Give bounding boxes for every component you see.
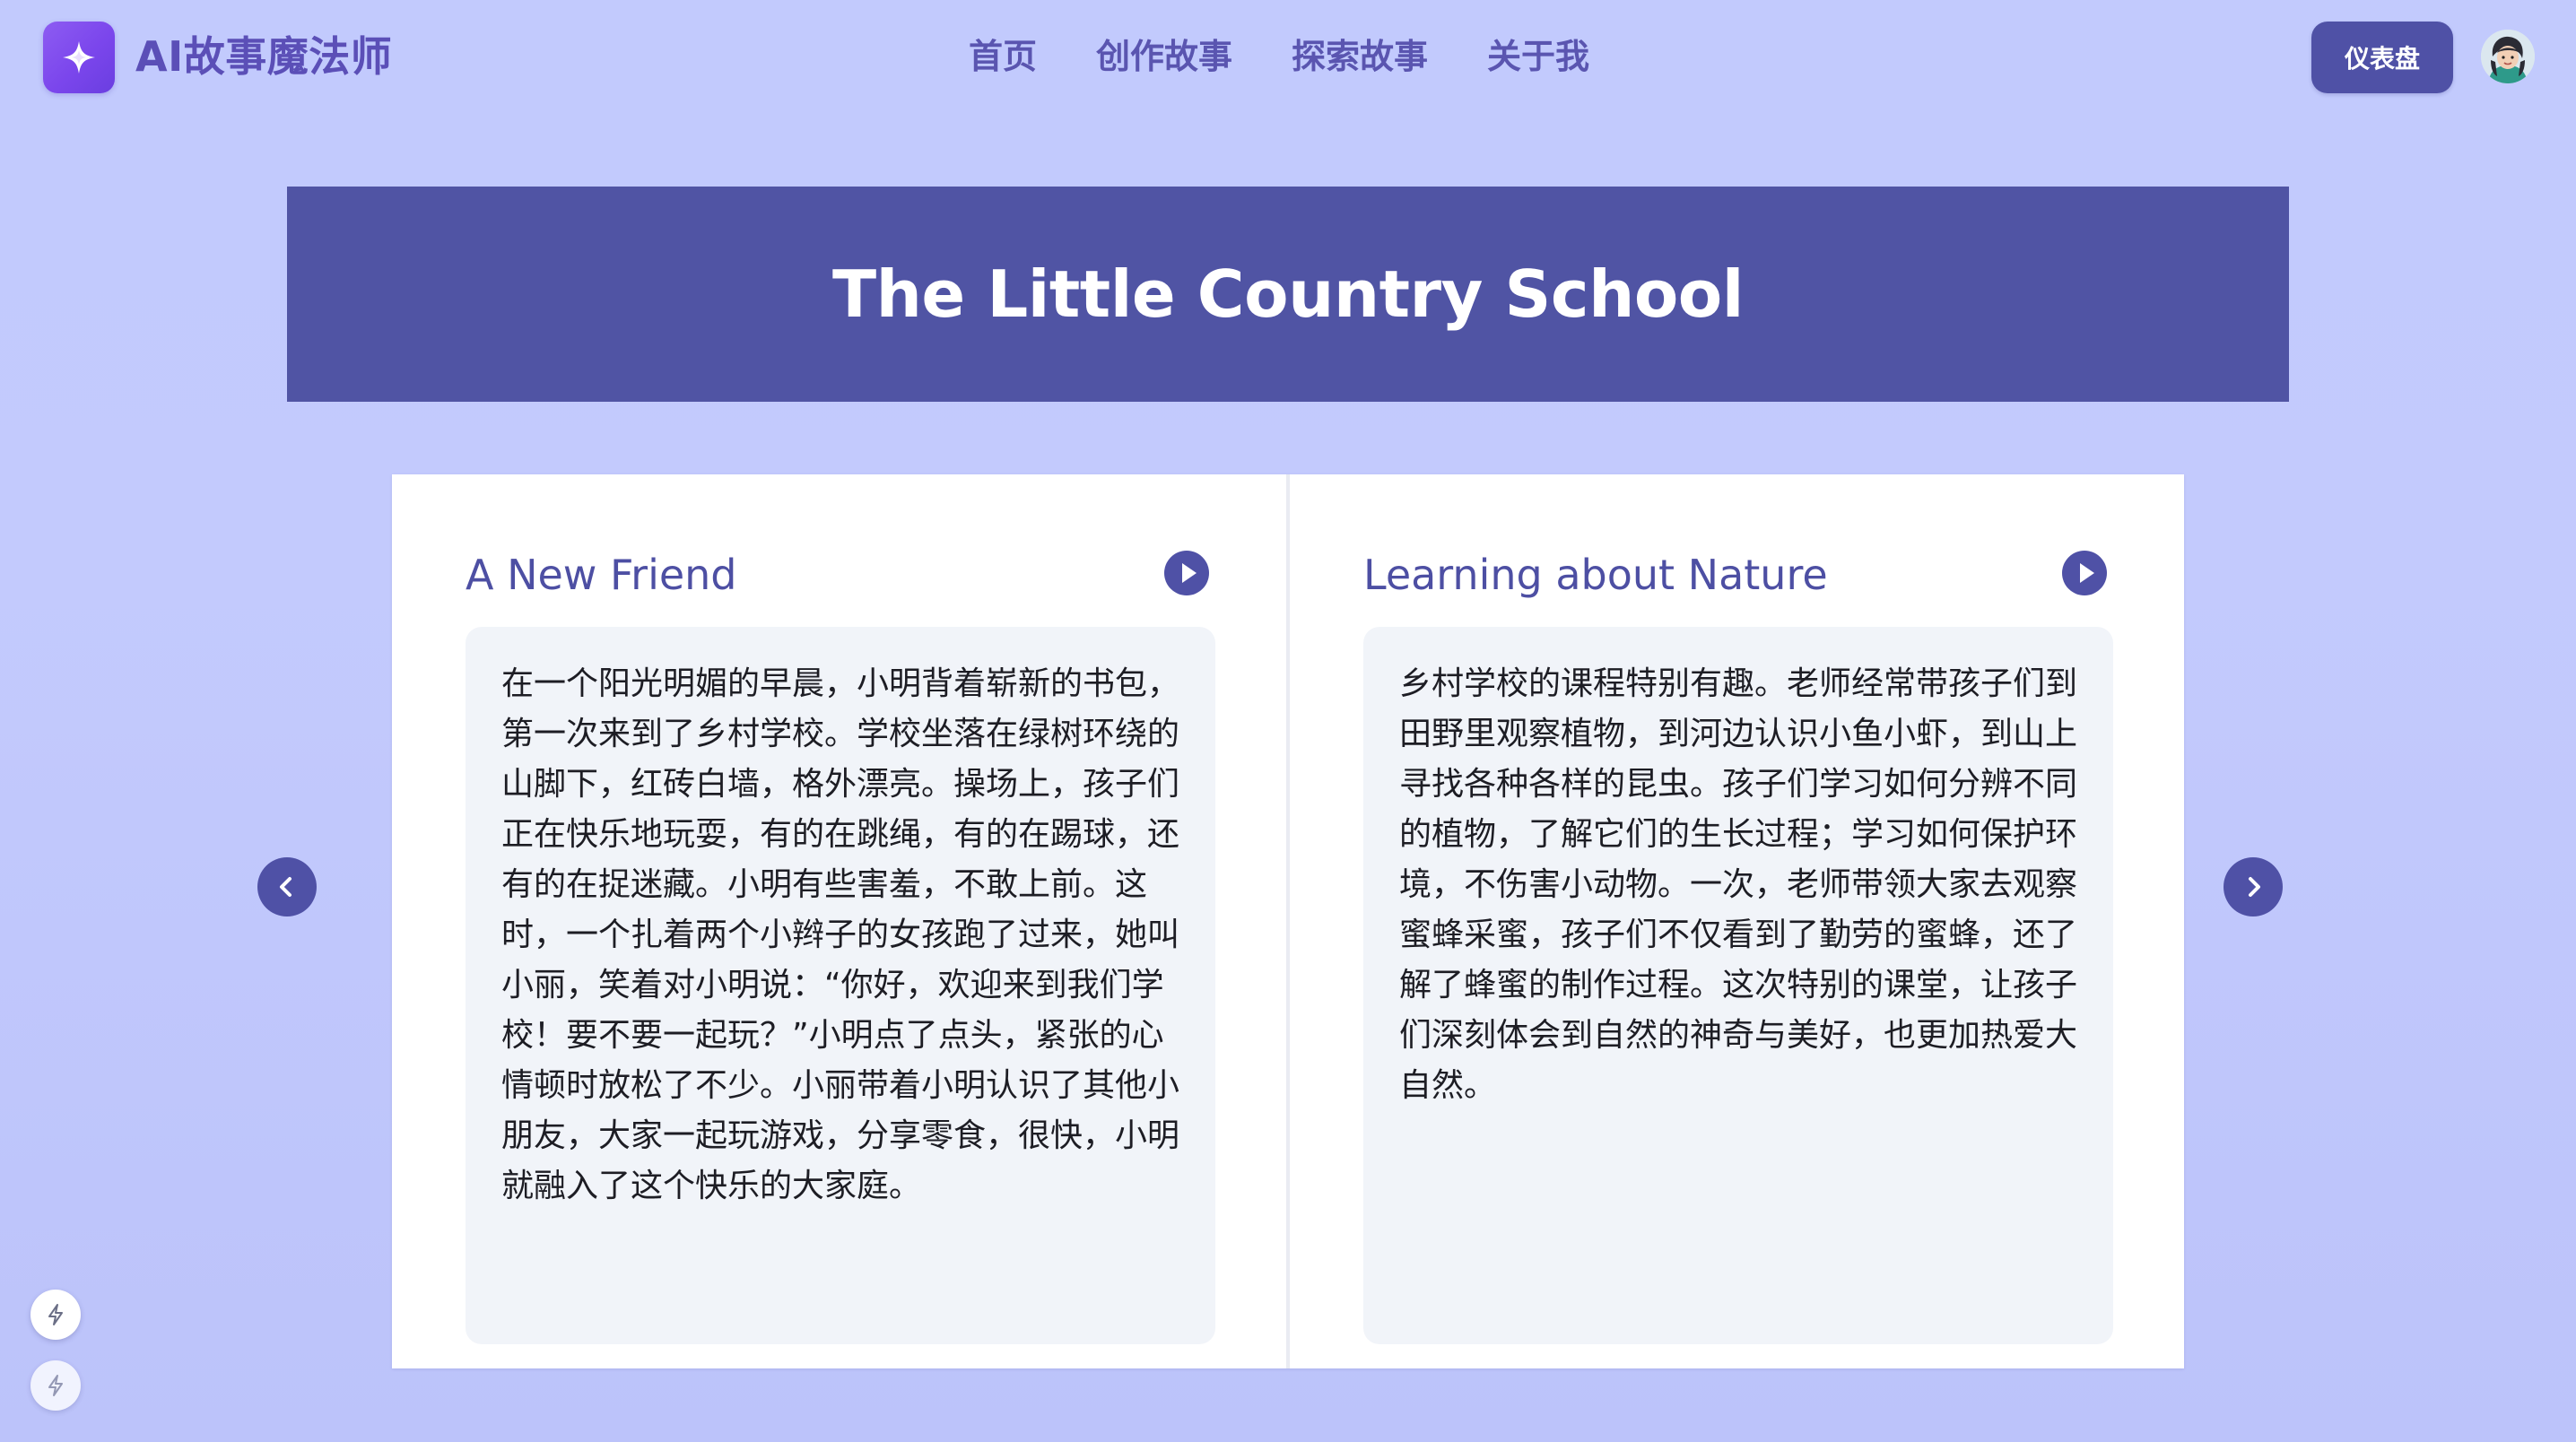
sparkle-icon xyxy=(63,41,95,74)
play-audio-button[interactable] xyxy=(2062,551,2107,595)
previous-page-button[interactable] xyxy=(257,857,317,916)
chevron-left-icon xyxy=(280,877,292,897)
chevron-right-icon xyxy=(2249,877,2260,897)
top-navbar: AI故事魔法师 首页 创作故事 探索故事 关于我 仪表盘 xyxy=(0,0,2576,113)
play-audio-button[interactable] xyxy=(1164,551,1209,595)
page-title: A New Friend xyxy=(466,551,737,599)
brand-name[interactable]: AI故事魔法师 xyxy=(135,27,392,86)
story-page-right: Learning about Nature 乡村学校的课程特别有趣。老师经常带孩… xyxy=(1290,474,2184,1368)
user-avatar[interactable] xyxy=(2481,30,2535,83)
page-text: 在一个阳光明媚的早晨，小明背着崭新的书包，第一次来到了乡村学校。学校坐落在绿树环… xyxy=(501,665,1180,1204)
lightning-icon xyxy=(48,1304,63,1325)
dashboard-button[interactable]: 仪表盘 xyxy=(2311,22,2453,93)
next-page-button[interactable] xyxy=(2224,857,2283,916)
nav-item-home[interactable]: 首页 xyxy=(969,27,1037,86)
avatar-icon xyxy=(2481,30,2535,83)
page-title: Learning about Nature xyxy=(1363,551,1828,599)
story-title: The Little Country School xyxy=(832,256,1744,332)
logo[interactable] xyxy=(43,22,115,93)
nav-item-explore-stories[interactable]: 探索故事 xyxy=(1292,27,1428,86)
lightning-icon xyxy=(48,1375,63,1396)
storybook: A New Friend 在一个阳光明媚的早晨，小明背着崭新的书包，第一次来到了… xyxy=(392,474,2184,1368)
floating-action-button-secondary[interactable] xyxy=(30,1360,81,1411)
nav-item-about-me[interactable]: 关于我 xyxy=(1487,27,1589,86)
main-nav: 首页 创作故事 探索故事 关于我 xyxy=(969,27,1589,86)
story-title-banner: The Little Country School xyxy=(287,187,2289,402)
page-text: 乡村学校的课程特别有趣。老师经常带孩子们到田野里观察植物，到河边认识小鱼小虾，到… xyxy=(1399,665,2078,1104)
nav-item-create-story[interactable]: 创作故事 xyxy=(1096,27,1232,86)
page-text-box: 乡村学校的课程特别有趣。老师经常带孩子们到田野里观察植物，到河边认识小鱼小虾，到… xyxy=(1363,627,2113,1344)
page-text-box: 在一个阳光明媚的早晨，小明背着崭新的书包，第一次来到了乡村学校。学校坐落在绿树环… xyxy=(466,627,1215,1344)
story-page-left: A New Friend 在一个阳光明媚的早晨，小明背着崭新的书包，第一次来到了… xyxy=(392,474,1286,1368)
floating-action-button[interactable] xyxy=(30,1290,81,1340)
